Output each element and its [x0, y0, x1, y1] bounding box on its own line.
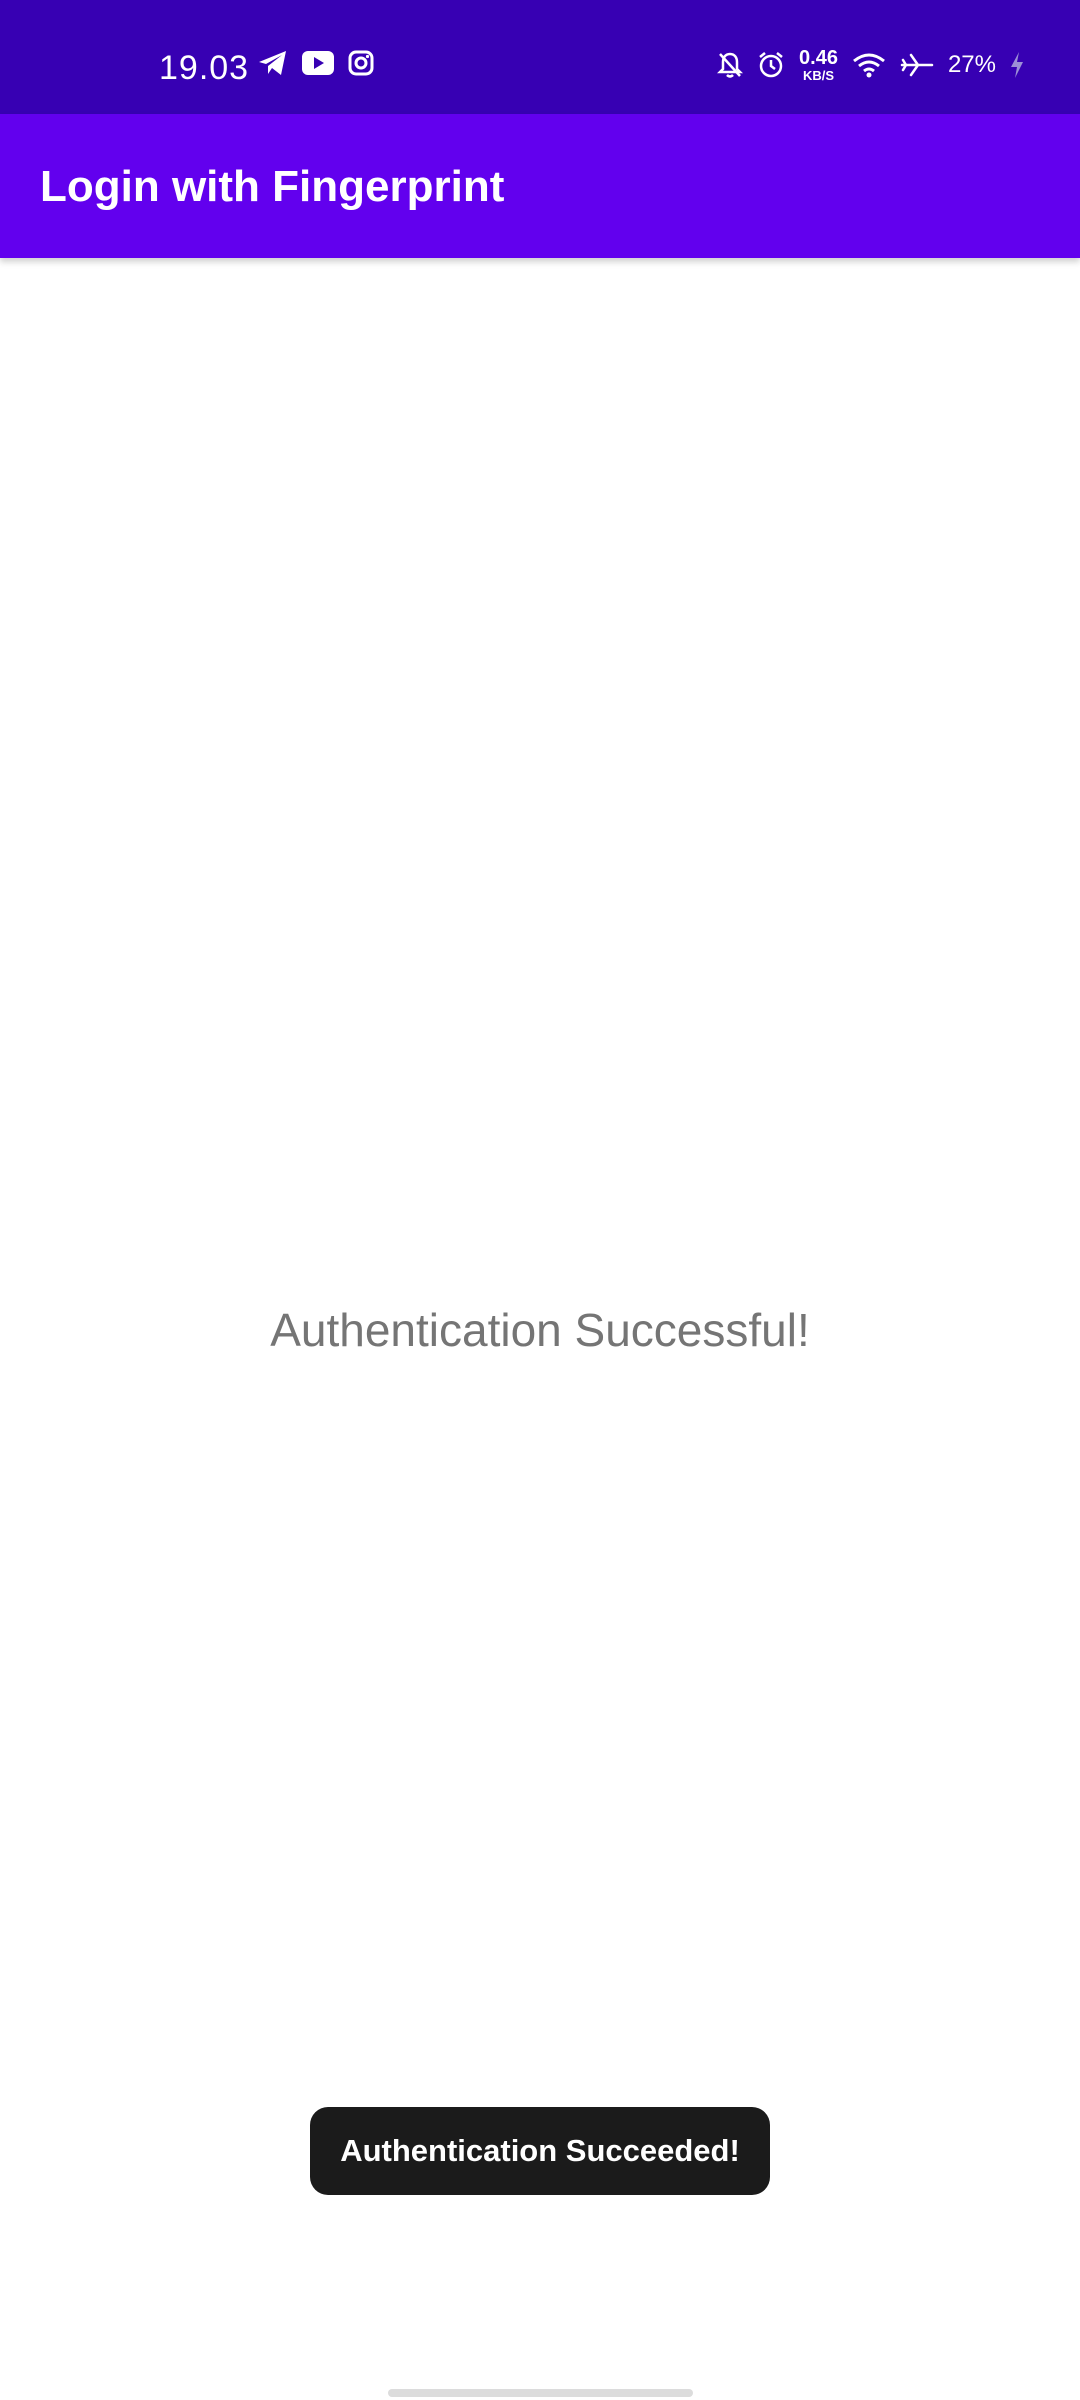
toast: Authentication Succeeded! — [310, 2107, 770, 2195]
bell-off-icon — [717, 51, 744, 79]
alarm-icon — [757, 51, 785, 79]
page-title: Login with Fingerprint — [40, 162, 505, 211]
wifi-icon — [852, 52, 886, 78]
network-speed-value: 0.46 — [799, 47, 838, 69]
status-bar: 19.03 0.46 KB/S 27% — [0, 0, 1080, 114]
youtube-icon — [302, 51, 334, 75]
notification-icons — [258, 50, 374, 76]
network-speed-unit: KB/S — [802, 68, 835, 83]
app-bar: Login with Fingerprint — [0, 114, 1080, 258]
instagram-icon — [348, 50, 374, 76]
status-time: 19.03 — [159, 49, 250, 87]
airplane-icon — [900, 52, 934, 78]
telegram-icon — [258, 50, 288, 76]
authentication-status-message: Authentication Successful! — [270, 1304, 810, 1356]
battery-percent: 27% — [947, 51, 996, 78]
gesture-navigation-handle[interactable] — [388, 2389, 693, 2397]
toast-text: Authentication Succeeded! — [340, 2133, 740, 2168]
charging-icon — [1010, 51, 1024, 79]
network-speed: 0.46 KB/S — [799, 48, 838, 82]
system-icons: 0.46 KB/S 27% — [717, 48, 1024, 82]
